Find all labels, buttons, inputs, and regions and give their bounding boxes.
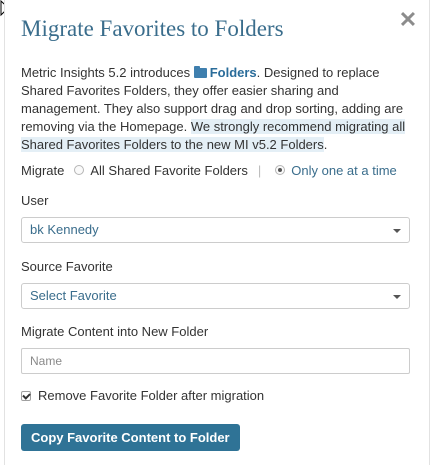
user-label: User	[21, 193, 49, 208]
folder-name-input[interactable]	[21, 348, 410, 374]
chevron-down-icon	[393, 229, 401, 233]
folders-word: Folders	[209, 65, 257, 80]
migrate-label: Migrate	[21, 162, 65, 178]
folder-icon	[193, 66, 207, 78]
chevron-down-icon	[393, 295, 401, 299]
remove-folder-row[interactable]: Remove Favorite Folder after migration	[21, 388, 264, 403]
copy-content-button[interactable]: Copy Favorite Content to Folder	[21, 424, 240, 451]
migrate-favorites-dialog: Migrate Favorites to Folders ✕ Metric In…	[4, 0, 430, 465]
remove-folder-label[interactable]: Remove Favorite Folder after migration	[38, 388, 264, 403]
option-only-one-label[interactable]: Only one at a time	[291, 163, 397, 178]
close-icon[interactable]: ✕	[397, 9, 419, 31]
user-select-value: bk Kennedy	[30, 222, 99, 237]
intro-end: .	[323, 137, 328, 152]
source-favorite-select[interactable]: Select Favorite	[21, 283, 410, 309]
option-separator: |	[257, 162, 262, 178]
remove-folder-checkbox[interactable]	[21, 390, 31, 401]
source-favorite-label: Source Favorite	[21, 259, 113, 274]
user-select[interactable]: bk Kennedy	[21, 217, 410, 243]
migrate-mode-row: Migrate All Shared Favorite Folders | On…	[21, 161, 397, 179]
radio-only-one[interactable]	[275, 165, 286, 175]
intro-text: Metric Insights 5.2 introduces Folders. …	[21, 64, 417, 154]
option-all-shared-label[interactable]: All Shared Favorite Folders	[90, 163, 248, 178]
dialog-title: Migrate Favorites to Folders	[21, 16, 284, 41]
intro-part1: Metric Insights 5.2 introduces	[21, 65, 194, 80]
new-folder-label: Migrate Content into New Folder	[21, 324, 209, 339]
radio-all-shared-folders[interactable]	[74, 165, 85, 175]
source-favorite-value: Select Favorite	[30, 288, 117, 303]
